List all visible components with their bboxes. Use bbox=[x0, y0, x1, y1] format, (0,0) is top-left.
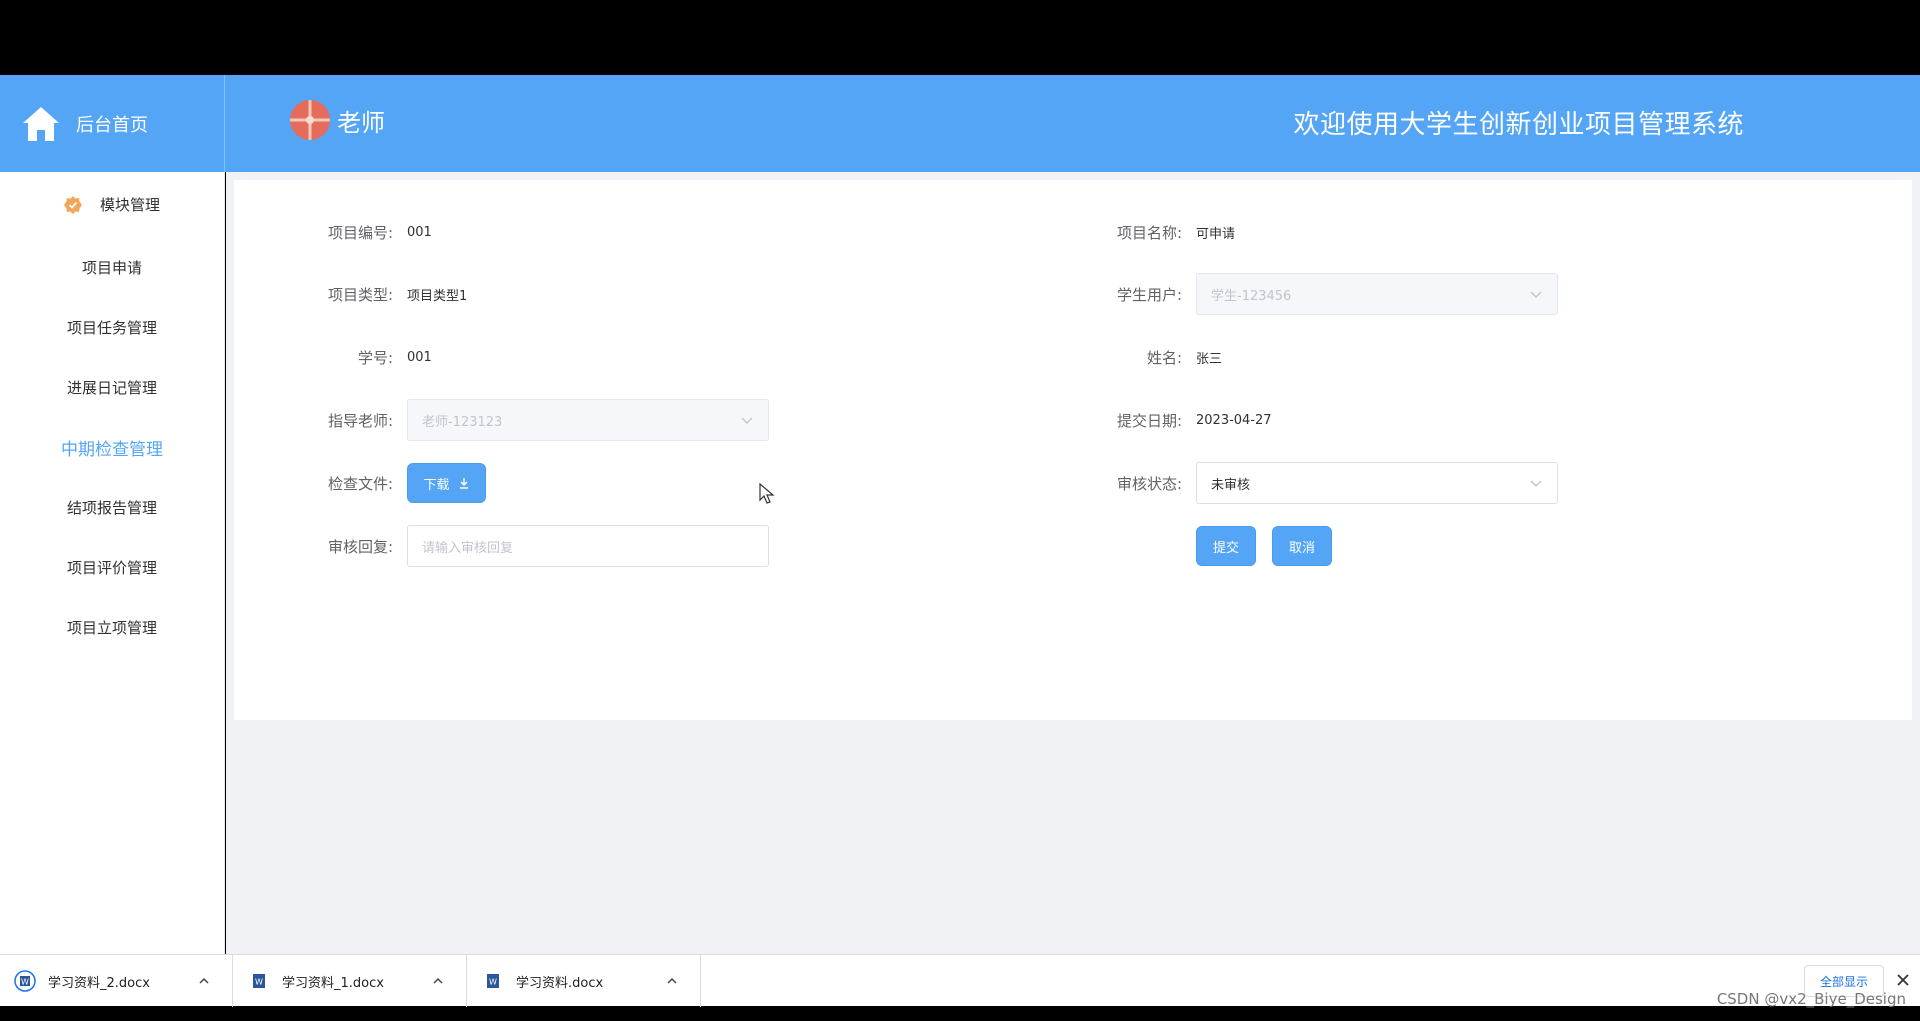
label-submit-date: 提交日期: bbox=[1116, 411, 1182, 430]
chevron-down-icon bbox=[1530, 291, 1542, 298]
field-teacher: 指导老师: 老师-123123 bbox=[307, 399, 769, 441]
word-doc-icon: W bbox=[253, 974, 265, 988]
sidebar-item-evaluation[interactable]: 项目评价管理 bbox=[0, 537, 224, 597]
review-reply-placeholder: 请输入审核回复 bbox=[422, 540, 514, 556]
word-doc-icon: W bbox=[14, 970, 36, 992]
form-actions: 提交 取消 bbox=[1196, 526, 1332, 566]
cancel-button[interactable]: 取消 bbox=[1272, 526, 1332, 566]
download-item[interactable]: W 学习资料_1.docx bbox=[234, 955, 467, 1007]
download-icon bbox=[459, 478, 468, 489]
download-item[interactable]: W 学习资料.docx bbox=[468, 955, 701, 1007]
home-label: 后台首页 bbox=[76, 114, 148, 136]
field-project-no: 项目编号: 001 bbox=[307, 212, 432, 252]
label-review-reply: 审核回复: bbox=[327, 537, 393, 556]
label-student-user: 学生用户: bbox=[1116, 285, 1182, 304]
close-icon[interactable] bbox=[1894, 971, 1912, 989]
download-button[interactable]: 下载 bbox=[407, 463, 486, 503]
sidebar-item-approval[interactable]: 项目立项管理 bbox=[0, 597, 224, 657]
badge-check-icon bbox=[63, 195, 82, 214]
sidebar-item-diary[interactable]: 进展日记管理 bbox=[0, 357, 224, 417]
svg-text:W: W bbox=[21, 978, 29, 987]
label-check-file: 检查文件: bbox=[327, 474, 393, 493]
label-project-no: 项目编号: bbox=[327, 223, 393, 242]
sidebar-section-label: 模块管理 bbox=[99, 196, 160, 214]
value-submit-date: 2023-04-27 bbox=[1196, 412, 1272, 428]
sidebar-section-module[interactable]: 模块管理 bbox=[0, 172, 224, 237]
label-name: 姓名: bbox=[1146, 348, 1182, 367]
user-role: 老师 bbox=[337, 109, 385, 137]
field-project-type: 项目类型: 项目类型1 bbox=[307, 274, 467, 314]
value-project-type: 项目类型1 bbox=[407, 288, 468, 304]
chevron-up-icon[interactable] bbox=[666, 975, 678, 987]
word-doc-icon: W bbox=[487, 974, 499, 988]
sidebar-item-final-report[interactable]: 结项报告管理 bbox=[0, 477, 224, 537]
field-name: 姓名: 张三 bbox=[1096, 337, 1222, 377]
chevron-down-icon bbox=[1530, 480, 1542, 487]
label-student-id: 学号: bbox=[357, 348, 393, 367]
chevron-down-icon bbox=[741, 417, 753, 424]
submit-button[interactable]: 提交 bbox=[1196, 526, 1256, 566]
top-header: 后台首页 老师 欢迎使用大学生创新创业项目管理系统 bbox=[0, 75, 1920, 172]
form-card: 项目编号: 001 项目名称: 可申请 项目类型: 项目类型1 学生用户: 学生… bbox=[234, 180, 1912, 720]
value-project-name: 可申请 bbox=[1196, 226, 1236, 242]
label-project-name: 项目名称: bbox=[1116, 223, 1182, 242]
download-filename: 学习资料_1.docx bbox=[282, 975, 384, 991]
download-bar: W 学习资料_2.docx W 学习资料_1.docx W 学习资料.docx … bbox=[0, 954, 1920, 1007]
review-status-value: 未审核 bbox=[1211, 477, 1251, 493]
field-review-reply: 审核回复: 请输入审核回复 bbox=[307, 525, 769, 567]
student-user-value: 学生-123456 bbox=[1211, 288, 1292, 304]
field-review-status: 审核状态: 未审核 bbox=[1096, 462, 1558, 504]
sidebar-item-project-apply[interactable]: 项目申请 bbox=[0, 237, 224, 297]
label-review-status: 审核状态: bbox=[1116, 474, 1182, 493]
svg-text:W: W bbox=[489, 978, 497, 987]
review-reply-input[interactable]: 请输入审核回复 bbox=[407, 525, 769, 567]
download-filename: 学习资料_2.docx bbox=[48, 975, 150, 991]
field-submit-date: 提交日期: 2023-04-27 bbox=[1096, 400, 1272, 440]
chevron-up-icon[interactable] bbox=[432, 975, 444, 987]
sidebar-item-midterm[interactable]: 中期检查管理 bbox=[0, 417, 224, 477]
download-label: 下载 bbox=[423, 477, 450, 493]
field-student-user: 学生用户: 学生-123456 bbox=[1096, 273, 1558, 315]
chevron-up-icon[interactable] bbox=[198, 975, 210, 987]
watermark: CSDN @vx2_Biye_Design bbox=[1716, 990, 1906, 1008]
label-project-type: 项目类型: bbox=[327, 285, 393, 304]
svg-text:W: W bbox=[255, 978, 263, 987]
avatar-image bbox=[290, 100, 330, 140]
student-user-select[interactable]: 学生-123456 bbox=[1196, 273, 1558, 315]
label-teacher: 指导老师: bbox=[327, 411, 393, 430]
field-check-file: 检查文件: 下载 bbox=[307, 463, 486, 503]
sidebar: 模块管理 项目申请 项目任务管理 进展日记管理 中期检查管理 结项报告管理 项目… bbox=[0, 172, 225, 954]
field-student-id: 学号: 001 bbox=[307, 337, 432, 377]
field-project-name: 项目名称: 可申请 bbox=[1096, 212, 1235, 252]
review-status-select[interactable]: 未审核 bbox=[1196, 462, 1558, 504]
main-area: 项目编号: 001 项目名称: 可申请 项目类型: 项目类型1 学生用户: 学生… bbox=[226, 172, 1920, 954]
teacher-value: 老师-123123 bbox=[422, 414, 503, 430]
teacher-select[interactable]: 老师-123123 bbox=[407, 399, 769, 441]
home-icon bbox=[23, 106, 59, 141]
mouse-cursor-icon bbox=[759, 483, 775, 504]
avatar[interactable] bbox=[290, 100, 330, 140]
download-item[interactable]: W 学习资料_2.docx bbox=[0, 955, 233, 1007]
home-link[interactable]: 后台首页 bbox=[0, 75, 225, 172]
sidebar-item-task[interactable]: 项目任务管理 bbox=[0, 297, 224, 357]
screen: 后台首页 老师 欢迎使用大学生创新创业项目管理系统 模块管理 项目申请 项目任务… bbox=[0, 0, 1920, 1021]
download-filename: 学习资料.docx bbox=[516, 975, 604, 991]
value-project-no: 001 bbox=[407, 224, 432, 240]
value-name: 张三 bbox=[1196, 351, 1223, 367]
system-title: 欢迎使用大学生创新创业项目管理系统 bbox=[1293, 110, 1744, 140]
value-student-id: 001 bbox=[407, 349, 432, 365]
